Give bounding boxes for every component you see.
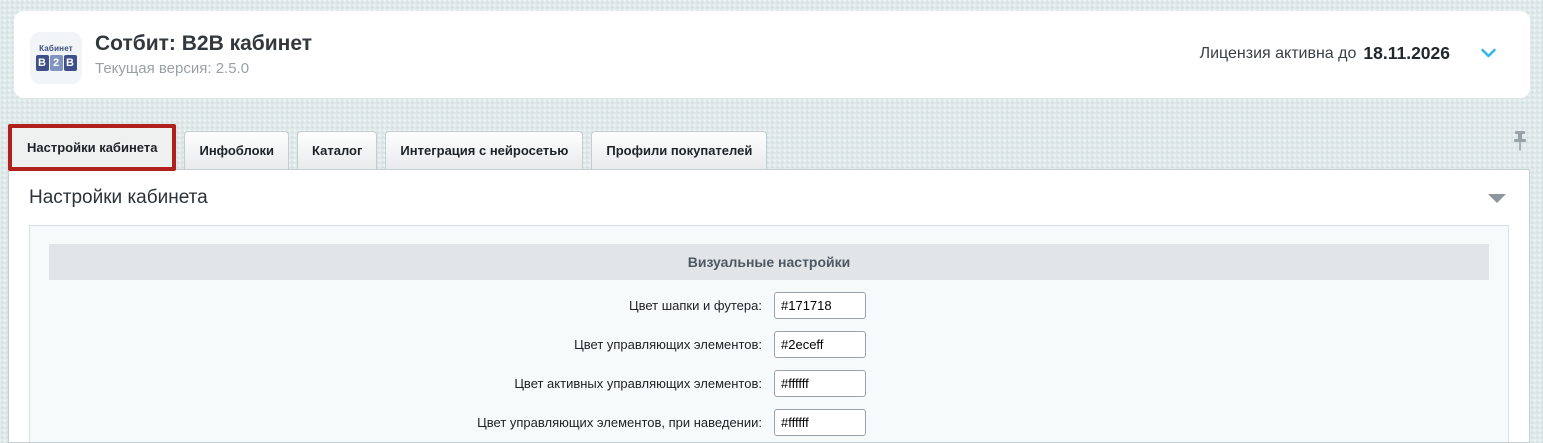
logo-b2b-mark: B 2 B [35, 55, 77, 71]
hover-control-elements-color-input[interactable] [774, 409, 866, 436]
logo-letter: 2 [49, 55, 63, 71]
tab-buyer-profiles[interactable]: Профили покупателей [591, 131, 768, 170]
field-label: Цвет шапки и футера: [628, 298, 762, 313]
field-label: Цвет активных управляющих элементов: [514, 376, 762, 391]
tab-bar: Настройки кабинета Инфоблоки Каталог Инт… [8, 123, 775, 171]
group-title: Визуальные настройки [49, 244, 1489, 280]
tab-cabinet-settings[interactable]: Настройки кабинета [8, 124, 177, 171]
panel-header: Настройки кабинета [9, 170, 1529, 222]
field-label: Цвет управляющих элементов: [574, 337, 762, 352]
tab-catalog[interactable]: Каталог [297, 131, 378, 170]
version-label: Текущая версия: 2.5.0 [95, 59, 250, 77]
field-label: Цвет управляющих элементов, при наведени… [477, 415, 762, 430]
logo-letter: B [35, 55, 49, 71]
pin-icon[interactable] [1512, 131, 1528, 158]
setting-row: Цвет шапки и футера: [49, 292, 1489, 319]
setting-row: Цвет управляющих элементов, при наведени… [49, 409, 1489, 436]
app-logo: Кабинет B 2 B [30, 31, 82, 84]
page-title: Сотбит: B2B кабинет [95, 31, 313, 55]
collapse-arrow-icon[interactable] [1488, 193, 1506, 203]
active-control-elements-color-input[interactable] [774, 370, 866, 397]
app-header: Кабинет B 2 B Сотбит: B2B кабинет Текуща… [14, 11, 1530, 98]
header-text-block: Сотбит: B2B кабинет Текущая версия: 2.5.… [95, 31, 312, 77]
license-info: Лицензия активна до 18.11.2026 [1200, 43, 1497, 64]
setting-row: Цвет активных управляющих элементов: [49, 370, 1489, 397]
tab-infoblocks[interactable]: Инфоблоки [184, 131, 290, 170]
logo-letter: B [63, 55, 77, 71]
panel-title: Настройки кабинета [29, 187, 208, 208]
settings-rows: Цвет шапки и футера: Цвет управляющих эл… [49, 292, 1489, 436]
control-elements-color-input[interactable] [774, 331, 866, 358]
chevron-down-icon[interactable] [1480, 48, 1497, 59]
settings-form: Визуальные настройки Цвет шапки и футера… [29, 225, 1509, 442]
setting-row: Цвет управляющих элементов: [49, 331, 1489, 358]
tab-neural-integration[interactable]: Интеграция с нейросетью [385, 131, 584, 170]
header-footer-color-input[interactable] [774, 292, 866, 319]
settings-panel: Настройки кабинета Визуальные настройки … [8, 169, 1530, 443]
license-label: Лицензия активна до [1199, 44, 1357, 62]
logo-caption: Кабинет [39, 44, 73, 53]
license-date: 18.11.2026 [1363, 43, 1450, 63]
